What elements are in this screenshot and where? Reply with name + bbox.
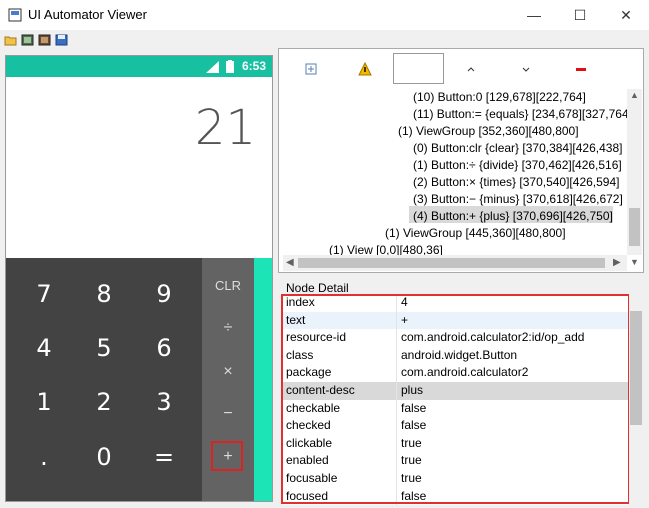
chevron-down-icon[interactable] — [519, 62, 533, 76]
node-detail-highlight-box — [281, 294, 630, 504]
maximize-button[interactable]: ☐ — [557, 0, 603, 30]
tree-node[interactable]: (1) Button:÷ {divide} [370,462][426,516] — [413, 157, 622, 174]
signal-icon — [206, 61, 219, 73]
warning-icon[interactable] — [358, 62, 372, 76]
key-1[interactable]: 1 — [14, 375, 74, 429]
save-icon[interactable] — [55, 34, 68, 46]
status-clock: 6:53 — [241, 59, 266, 73]
key-2[interactable]: 2 — [74, 375, 134, 429]
status-bar: 6:53 — [6, 56, 272, 77]
key-multiply[interactable]: × — [202, 350, 254, 394]
key-5[interactable]: 5 — [74, 321, 134, 375]
scroll-left-arrow-icon[interactable]: ◀ — [286, 257, 294, 268]
key-decimal[interactable]: . — [14, 430, 74, 484]
window-title: UI Automator Viewer — [28, 7, 147, 22]
tree-node[interactable]: (11) Button:= {equals} [234,678][327,764… — [413, 106, 632, 123]
tree-node[interactable]: (3) Button:− {minus} [370,618][426,672] — [413, 191, 623, 208]
scroll-down-arrow-icon[interactable]: ▼ — [630, 257, 639, 267]
tree-node[interactable]: (10) Button:0 [129,678][222,764] — [413, 89, 586, 106]
tree-horizontal-scroll-thumb[interactable] — [298, 258, 605, 268]
clear-selection-icon[interactable] — [574, 62, 588, 76]
key-7[interactable]: 7 — [14, 267, 74, 321]
key-3[interactable]: 3 — [134, 375, 194, 429]
tree-node[interactable]: (1) ViewGroup [445,360][480,800] — [385, 225, 566, 242]
scroll-up-arrow-icon[interactable]: ▲ — [630, 90, 639, 100]
key-minus[interactable]: − — [202, 392, 254, 436]
close-button[interactable]: ✕ — [603, 0, 649, 30]
expand-all-icon[interactable] — [304, 62, 318, 76]
key-4[interactable]: 4 — [14, 321, 74, 375]
tree-node[interactable]: (2) Button:× {times} [370,540][426,594] — [413, 174, 619, 191]
node-detail-label: Node Detail — [286, 281, 349, 295]
key-9[interactable]: 9 — [134, 267, 194, 321]
detail-vertical-scroll-thumb[interactable] — [630, 311, 642, 425]
tree-vertical-scroll-thumb[interactable] — [629, 208, 640, 246]
key-0[interactable]: 0 — [74, 430, 134, 484]
app-icon — [8, 8, 22, 22]
scroll-right-arrow-icon[interactable]: ▶ — [613, 257, 621, 268]
battery-icon — [226, 60, 234, 73]
key-8[interactable]: 8 — [74, 267, 134, 321]
toggle-naf-button[interactable] — [393, 53, 444, 84]
open-folder-icon[interactable] — [4, 34, 17, 46]
device-screenshot-icon[interactable] — [21, 34, 34, 46]
toolbar — [0, 30, 649, 50]
selected-node-highlight — [211, 441, 243, 471]
calculator-display: 21 — [194, 100, 256, 156]
compressed-screenshot-icon[interactable] — [38, 34, 51, 46]
key-equals[interactable]: = — [134, 430, 194, 484]
tree-node[interactable]: (0) Button:clr {clear} [370,384][426,438… — [413, 140, 622, 157]
key-6[interactable]: 6 — [134, 321, 194, 375]
chevron-up-icon[interactable] — [464, 62, 478, 76]
advanced-panel-edge[interactable] — [254, 258, 272, 501]
minimize-button[interactable]: — — [511, 0, 557, 30]
tree-node[interactable]: (4) Button:+ {plus} [370,696][426,750] — [413, 208, 613, 225]
key-divide[interactable]: ÷ — [202, 306, 254, 350]
key-clear[interactable]: CLR — [202, 263, 254, 307]
tree-node[interactable]: (1) ViewGroup [352,360][480,800] — [398, 123, 579, 140]
